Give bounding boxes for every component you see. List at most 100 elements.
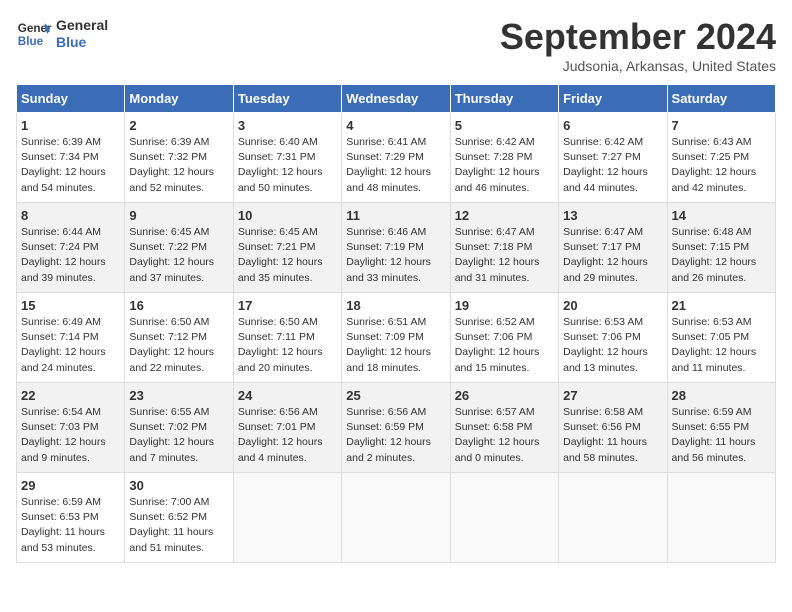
day-number: 8 <box>21 208 120 223</box>
page-header: General Blue General Blue September 2024… <box>16 16 776 74</box>
day-number: 18 <box>346 298 445 313</box>
day-info: Sunrise: 6:48 AMSunset: 7:15 PMDaylight:… <box>672 225 771 286</box>
table-row: 3Sunrise: 6:40 AMSunset: 7:31 PMDaylight… <box>233 113 341 203</box>
table-row: 1 Sunrise: 6:39 AMSunset: 7:34 PMDaylight… <box>17 113 125 203</box>
table-row: 6 Sunrise: 6:42 AMSunset: 7:27 PMDaylight… <box>559 113 667 203</box>
logo-text-line1: General <box>56 17 108 34</box>
table-row: 10Sunrise: 6:45 AMSunset: 7:21 PMDayligh… <box>233 203 341 293</box>
day-info: Sunrise: 6:47 AMSunset: 7:17 PMDaylight:… <box>563 225 662 286</box>
day-info: Sunrise: 6:40 AMSunset: 7:31 PMDaylight:… <box>238 135 337 196</box>
table-row: 8 Sunrise: 6:44 AMSunset: 7:24 PMDaylight… <box>17 203 125 293</box>
table-row <box>667 473 775 563</box>
calendar-table: Sunday Monday Tuesday Wednesday Thursday… <box>16 84 776 563</box>
day-info: Sunrise: 6:42 AMSunset: 7:28 PMDaylight:… <box>455 135 554 196</box>
day-number: 30 <box>129 478 228 493</box>
day-info: Sunrise: 6:58 AMSunset: 6:56 PMDaylight:… <box>563 405 662 466</box>
day-number: 14 <box>672 208 771 223</box>
table-row: 23 Sunrise: 6:55 AMSunset: 7:02 PMDayligh… <box>125 383 233 473</box>
table-row: 22 Sunrise: 6:54 AMSunset: 7:03 PMDayligh… <box>17 383 125 473</box>
table-row <box>233 473 341 563</box>
day-info: Sunrise: 6:53 AMSunset: 7:05 PMDaylight:… <box>672 315 771 376</box>
day-info: Sunrise: 6:39 AMSunset: 7:32 PMDaylight:… <box>129 135 228 196</box>
table-row: 25Sunrise: 6:56 AMSunset: 6:59 PMDayligh… <box>342 383 450 473</box>
day-number: 20 <box>563 298 662 313</box>
day-number: 28 <box>672 388 771 403</box>
day-number: 7 <box>672 118 771 133</box>
day-info: Sunrise: 6:41 AMSunset: 7:29 PMDaylight:… <box>346 135 445 196</box>
table-row: 11 Sunrise: 6:46 AMSunset: 7:19 PMDayligh… <box>342 203 450 293</box>
day-info: Sunrise: 6:53 AMSunset: 7:06 PMDaylight:… <box>563 315 662 376</box>
table-row: 18 Sunrise: 6:51 AMSunset: 7:09 PMDayligh… <box>342 293 450 383</box>
day-number: 21 <box>672 298 771 313</box>
day-info: Sunrise: 6:42 AMSunset: 7:27 PMDaylight:… <box>563 135 662 196</box>
day-number: 23 <box>129 388 228 403</box>
col-sunday: Sunday <box>17 85 125 113</box>
logo: General Blue General Blue <box>16 16 108 52</box>
col-friday: Friday <box>559 85 667 113</box>
day-info: Sunrise: 6:56 AMSunset: 7:01 PMDaylight:… <box>238 405 337 466</box>
table-row: 28 Sunrise: 6:59 AMSunset: 6:55 PMDayligh… <box>667 383 775 473</box>
table-row: 13 Sunrise: 6:47 AMSunset: 7:17 PMDayligh… <box>559 203 667 293</box>
table-row: 9 Sunrise: 6:45 AMSunset: 7:22 PMDaylight… <box>125 203 233 293</box>
day-info: Sunrise: 6:45 AMSunset: 7:22 PMDaylight:… <box>129 225 228 286</box>
calendar-week-row: 8 Sunrise: 6:44 AMSunset: 7:24 PMDaylight… <box>17 203 776 293</box>
table-row: 4Sunrise: 6:41 AMSunset: 7:29 PMDaylight… <box>342 113 450 203</box>
table-row: 27 Sunrise: 6:58 AMSunset: 6:56 PMDayligh… <box>559 383 667 473</box>
day-info: Sunrise: 6:51 AMSunset: 7:09 PMDaylight:… <box>346 315 445 376</box>
day-number: 26 <box>455 388 554 403</box>
table-row: 12 Sunrise: 6:47 AMSunset: 7:18 PMDayligh… <box>450 203 558 293</box>
day-number: 1 <box>21 118 120 133</box>
day-number: 27 <box>563 388 662 403</box>
calendar-week-row: 1 Sunrise: 6:39 AMSunset: 7:34 PMDaylight… <box>17 113 776 203</box>
day-number: 12 <box>455 208 554 223</box>
day-info: Sunrise: 6:46 AMSunset: 7:19 PMDaylight:… <box>346 225 445 286</box>
day-number: 11 <box>346 208 445 223</box>
calendar-week-row: 22 Sunrise: 6:54 AMSunset: 7:03 PMDayligh… <box>17 383 776 473</box>
day-info: Sunrise: 6:50 AMSunset: 7:11 PMDaylight:… <box>238 315 337 376</box>
day-number: 5 <box>455 118 554 133</box>
table-row: 5 Sunrise: 6:42 AMSunset: 7:28 PMDaylight… <box>450 113 558 203</box>
day-info: Sunrise: 6:52 AMSunset: 7:06 PMDaylight:… <box>455 315 554 376</box>
table-row: 21 Sunrise: 6:53 AMSunset: 7:05 PMDayligh… <box>667 293 775 383</box>
day-number: 19 <box>455 298 554 313</box>
table-row: 14 Sunrise: 6:48 AMSunset: 7:15 PMDayligh… <box>667 203 775 293</box>
day-info: Sunrise: 6:43 AMSunset: 7:25 PMDaylight:… <box>672 135 771 196</box>
day-number: 6 <box>563 118 662 133</box>
day-info: Sunrise: 6:49 AMSunset: 7:14 PMDaylight:… <box>21 315 120 376</box>
table-row: 16Sunrise: 6:50 AMSunset: 7:12 PMDayligh… <box>125 293 233 383</box>
day-number: 10 <box>238 208 337 223</box>
table-row: 17 Sunrise: 6:50 AMSunset: 7:11 PMDayligh… <box>233 293 341 383</box>
day-info: Sunrise: 6:50 AMSunset: 7:12 PMDaylight:… <box>129 315 228 376</box>
logo-text-line2: Blue <box>56 34 108 51</box>
day-info: Sunrise: 6:59 AMSunset: 6:55 PMDaylight:… <box>672 405 771 466</box>
table-row <box>559 473 667 563</box>
day-number: 13 <box>563 208 662 223</box>
day-info: Sunrise: 6:59 AMSunset: 6:53 PMDaylight:… <box>21 495 120 556</box>
table-row: 29Sunrise: 6:59 AMSunset: 6:53 PMDayligh… <box>17 473 125 563</box>
day-info: Sunrise: 6:47 AMSunset: 7:18 PMDaylight:… <box>455 225 554 286</box>
day-number: 2 <box>129 118 228 133</box>
day-info: Sunrise: 6:57 AMSunset: 6:58 PMDaylight:… <box>455 405 554 466</box>
col-monday: Monday <box>125 85 233 113</box>
day-number: 15 <box>21 298 120 313</box>
day-info: Sunrise: 6:54 AMSunset: 7:03 PMDaylight:… <box>21 405 120 466</box>
col-wednesday: Wednesday <box>342 85 450 113</box>
day-number: 24 <box>238 388 337 403</box>
calendar-week-row: 15 Sunrise: 6:49 AMSunset: 7:14 PMDayligh… <box>17 293 776 383</box>
day-number: 17 <box>238 298 337 313</box>
table-row: 26 Sunrise: 6:57 AMSunset: 6:58 PMDayligh… <box>450 383 558 473</box>
table-row: 30 Sunrise: 7:00 AMSunset: 6:52 PMDayligh… <box>125 473 233 563</box>
table-row: 15 Sunrise: 6:49 AMSunset: 7:14 PMDayligh… <box>17 293 125 383</box>
day-info: Sunrise: 7:00 AMSunset: 6:52 PMDaylight:… <box>129 495 228 556</box>
calendar-header-row: Sunday Monday Tuesday Wednesday Thursday… <box>17 85 776 113</box>
day-info: Sunrise: 6:39 AMSunset: 7:34 PMDaylight:… <box>21 135 120 196</box>
table-row: 24 Sunrise: 6:56 AMSunset: 7:01 PMDayligh… <box>233 383 341 473</box>
day-number: 9 <box>129 208 228 223</box>
day-info: Sunrise: 6:44 AMSunset: 7:24 PMDaylight:… <box>21 225 120 286</box>
col-tuesday: Tuesday <box>233 85 341 113</box>
logo-icon: General Blue <box>16 16 52 52</box>
day-info: Sunrise: 6:55 AMSunset: 7:02 PMDaylight:… <box>129 405 228 466</box>
table-row: 7 Sunrise: 6:43 AMSunset: 7:25 PMDaylight… <box>667 113 775 203</box>
day-number: 22 <box>21 388 120 403</box>
location: Judsonia, Arkansas, United States <box>500 58 776 74</box>
